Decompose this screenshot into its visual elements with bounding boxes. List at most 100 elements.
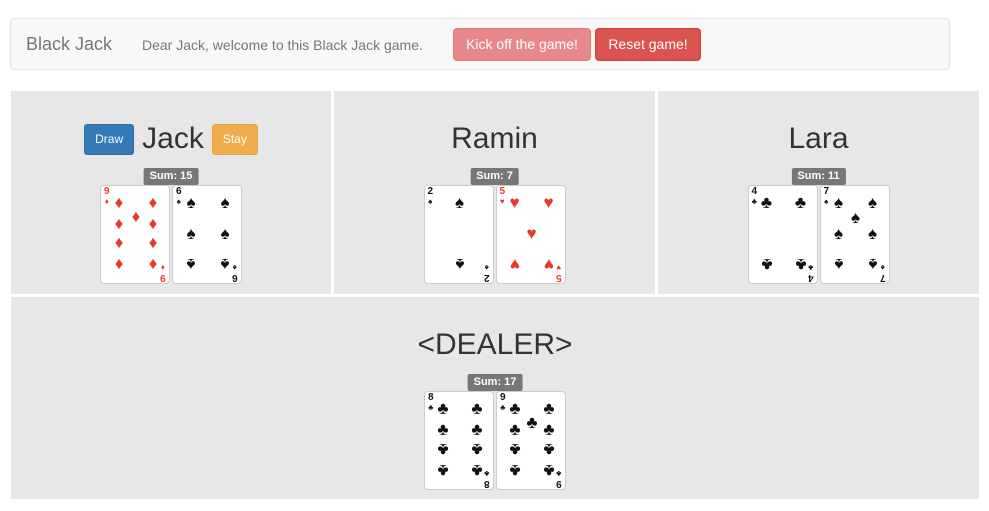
card-corner: 4 ♣: [752, 187, 758, 207]
dealer-name: <DEALER>: [417, 328, 573, 361]
diamonds-icon: ♦: [148, 255, 158, 274]
clubs-icon: ♣: [808, 263, 814, 272]
player-panel-jack: Draw Jack Stay Sum: 15 9 ♦ 9 ♦ ♦ ♦ ♦ ♦ ♦ ♦ ♦ ♦ ♦ 6 ♠ 6 ♠…: [11, 91, 331, 294]
card-rank: 9: [160, 272, 166, 283]
brand-title[interactable]: Black Jack: [26, 34, 112, 55]
stay-button[interactable]: Stay: [211, 123, 258, 155]
spades-icon: ♠: [867, 224, 878, 243]
hearts-icon: ♥: [499, 197, 505, 206]
clubs-icon: ♣: [543, 440, 555, 459]
clubs-icon: ♣: [794, 255, 807, 274]
playing-card: 7 ♠ 7 ♠ ♠ ♠ ♠ ♠ ♠ ♠ ♠: [819, 185, 890, 284]
spades-icon: ♠: [880, 263, 885, 272]
spades-icon: ♠: [867, 255, 878, 274]
spades-icon: ♠: [833, 255, 844, 274]
card-hand: 8 ♣ 8 ♣ ♣ ♣ ♣ ♣ ♣ ♣ ♣ ♣ 9 ♣ 9 ♣ ♣ ♣ ♣ ♣ ♣ ♣ ♣ ♣ ♣: [11, 391, 979, 490]
player-panel-lara: Lara Sum: 11 4 ♣ 4 ♣ ♣ ♣ ♣ ♣ 7 ♠ 7 ♠ ♠ ♠ ♠ ♠ ♠ ♠ ♠: [658, 91, 979, 294]
reset-button[interactable]: Reset game!: [595, 28, 701, 61]
player-header: Draw Jack Stay: [11, 121, 331, 157]
spades-icon: ♠: [454, 255, 465, 274]
card-rank: 6: [176, 186, 182, 197]
card-rank: 9: [556, 478, 562, 489]
spades-icon: ♠: [220, 193, 230, 212]
spades-icon: ♠: [833, 193, 844, 212]
hearts-icon: ♥: [543, 255, 554, 274]
card-corner: 9 ♦: [104, 187, 110, 207]
card-corner: 6 ♠: [232, 262, 238, 283]
card-corner: 8 ♣: [484, 468, 490, 489]
hearts-icon: ♥: [509, 255, 520, 274]
card-corner: 4 ♣: [807, 262, 814, 283]
spades-icon: ♠: [186, 193, 196, 212]
clubs-icon: ♣: [751, 197, 757, 206]
player-header: Lara: [658, 121, 979, 157]
clubs-icon: ♣: [471, 461, 483, 480]
diamonds-icon: ♦: [131, 207, 141, 226]
spades-icon: ♠: [220, 255, 230, 274]
card-rank: 5: [499, 186, 506, 197]
clubs-icon: ♣: [437, 440, 449, 459]
card-rank: 9: [104, 186, 110, 197]
sum-badge: Sum: 11: [791, 168, 846, 185]
card-rank: 6: [232, 272, 238, 283]
playing-card: 8 ♣ 8 ♣ ♣ ♣ ♣ ♣ ♣ ♣ ♣ ♣: [424, 391, 494, 490]
diamonds-icon: ♦: [148, 214, 158, 233]
clubs-icon: ♣: [437, 399, 449, 418]
clubs-icon: ♣: [500, 403, 506, 412]
spades-icon: ♠: [186, 224, 196, 243]
draw-button[interactable]: Draw: [84, 123, 135, 155]
diamonds-icon: ♦: [148, 193, 158, 212]
playing-card: 9 ♦ 9 ♦ ♦ ♦ ♦ ♦ ♦ ♦ ♦ ♦ ♦: [100, 185, 170, 284]
clubs-icon: ♣: [509, 461, 521, 480]
spades-icon: ♠: [824, 197, 829, 206]
clubs-icon: ♣: [760, 255, 773, 274]
playing-card: 4 ♣ 4 ♣ ♣ ♣ ♣ ♣: [747, 185, 818, 284]
card-corner: 2 ♠: [483, 262, 490, 283]
spades-icon: ♠: [428, 197, 433, 206]
playing-card: 5 ♥ 5 ♥ ♥ ♥ ♥ ♥ ♥: [495, 185, 566, 284]
dealer-header: <DEALER>: [11, 327, 979, 363]
clubs-icon: ♣: [760, 193, 773, 212]
diamonds-icon: ♦: [148, 234, 158, 253]
spades-icon: ♠: [454, 193, 465, 212]
card-corner: 5 ♥: [556, 262, 562, 283]
player-name: Ramin: [451, 122, 538, 155]
card-rank: 8: [484, 478, 490, 489]
card-rank: 4: [807, 272, 814, 283]
card-hand: 9 ♦ 9 ♦ ♦ ♦ ♦ ♦ ♦ ♦ ♦ ♦ ♦ 6 ♠ 6 ♠ ♠ ♠ ♠ ♠ ♠ ♠: [11, 185, 331, 284]
clubs-icon: ♣: [509, 399, 521, 418]
clubs-icon: ♣: [526, 413, 538, 432]
card-hand: 4 ♣ 4 ♣ ♣ ♣ ♣ ♣ 7 ♠ 7 ♠ ♠ ♠ ♠ ♠ ♠ ♠ ♠: [658, 185, 979, 284]
card-corner: 7 ♠: [824, 187, 830, 207]
navbar: Black Jack Dear Jack, welcome to this Bl…: [10, 18, 950, 70]
card-corner: 9 ♣: [556, 468, 562, 489]
spades-icon: ♠: [220, 224, 230, 243]
hearts-icon: ♥: [526, 224, 537, 243]
spades-icon: ♠: [176, 197, 181, 206]
diamonds-icon: ♦: [114, 234, 124, 253]
clubs-icon: ♣: [437, 420, 449, 439]
spades-icon: ♠: [850, 208, 861, 227]
player-name: Lara: [788, 122, 849, 155]
sum-badge: Sum: 17: [467, 374, 523, 391]
clubs-icon: ♣: [543, 461, 555, 480]
clubs-icon: ♣: [471, 420, 483, 439]
kickoff-button[interactable]: Kick off the game!: [453, 28, 591, 61]
sum-badge: Sum: 7: [470, 168, 519, 185]
clubs-icon: ♣: [543, 420, 555, 439]
spades-icon: ♠: [233, 263, 238, 272]
playing-card: 2 ♠ 2 ♠ ♠ ♠: [423, 185, 494, 284]
card-rank: 2: [427, 186, 434, 197]
player-name: Jack: [142, 122, 204, 155]
clubs-icon: ♣: [509, 420, 521, 439]
card-corner: 9 ♦: [160, 262, 166, 283]
card-rank: 2: [483, 272, 490, 283]
hearts-icon: ♥: [556, 263, 562, 272]
clubs-icon: ♣: [428, 403, 434, 412]
card-rank: 7: [823, 186, 830, 197]
clubs-icon: ♣: [556, 469, 562, 478]
clubs-icon: ♣: [471, 399, 483, 418]
clubs-icon: ♣: [484, 469, 490, 478]
hearts-icon: ♥: [509, 193, 520, 212]
welcome-message: Dear Jack, welcome to this Black Jack ga…: [142, 37, 423, 53]
